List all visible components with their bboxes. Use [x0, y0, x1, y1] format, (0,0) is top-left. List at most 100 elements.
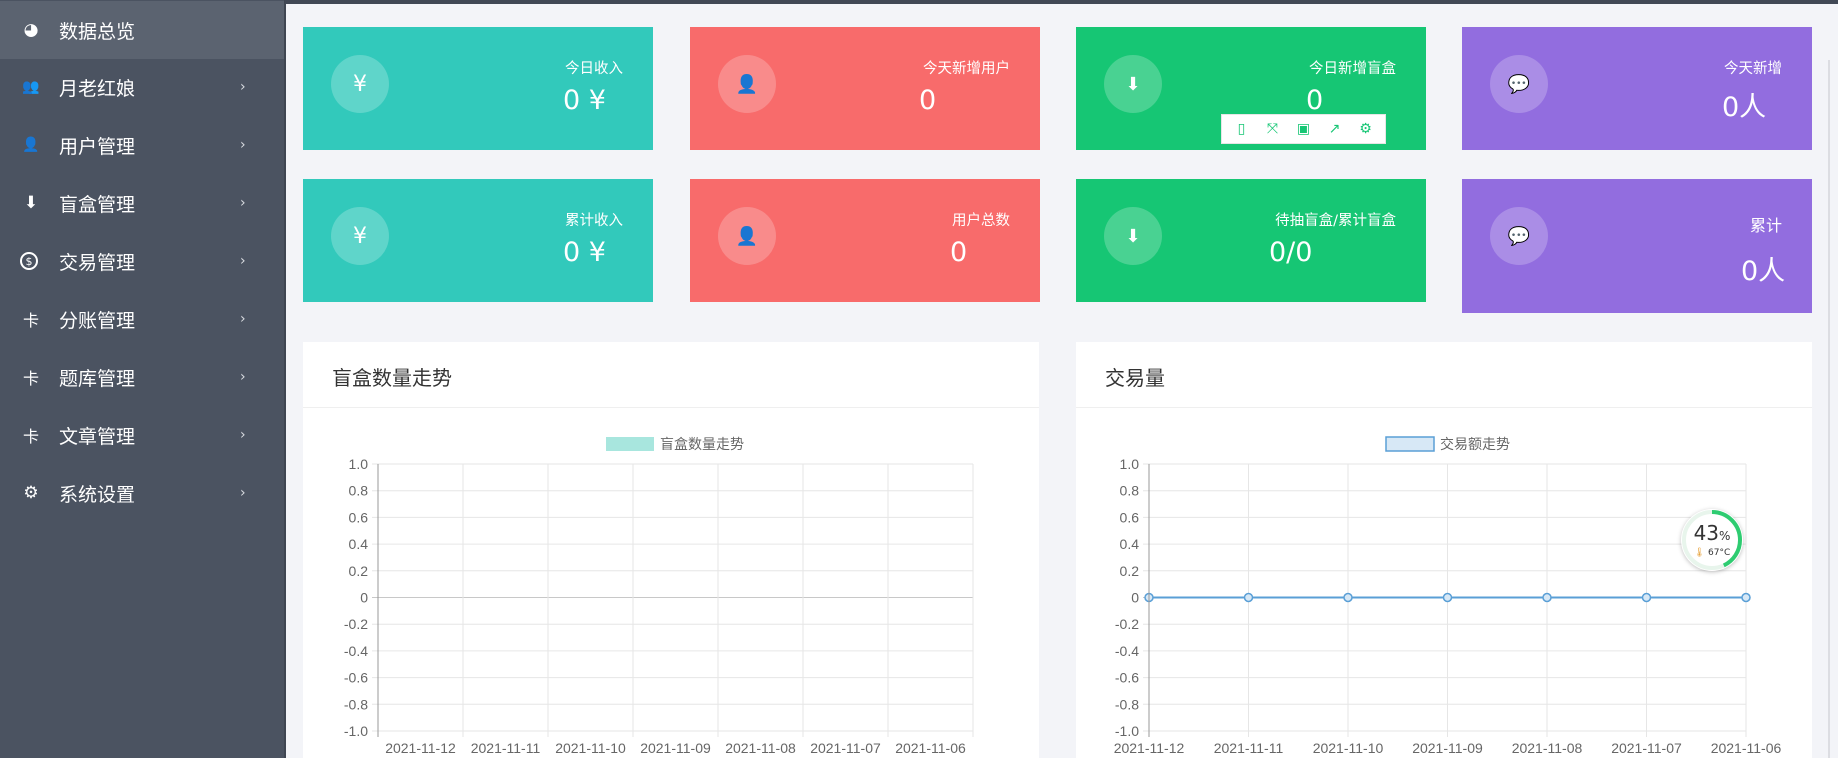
- card-value: 0: [919, 85, 937, 116]
- card-label: 今日收入: [565, 61, 623, 77]
- coin-icon: $: [20, 252, 38, 270]
- comment-icon: 💬: [1490, 55, 1548, 113]
- card-label: 待抽盲盒/累计盲盒: [1275, 213, 1396, 229]
- card-label: 累计收入: [565, 213, 623, 229]
- legend-label: 盲盒数量走势: [660, 436, 744, 452]
- comment-icon: 💬: [1490, 207, 1548, 265]
- card-label: 今天新增: [1724, 61, 1782, 77]
- card-value: 0人: [1741, 256, 1786, 287]
- y-tick-label: 0.8: [1120, 483, 1140, 499]
- data-point: [1741, 592, 1751, 603]
- data-point: [1442, 592, 1453, 603]
- card-value: 0人: [1722, 92, 1767, 123]
- split-icon: 卡: [22, 311, 39, 330]
- y-tick-label: 1.0: [1120, 456, 1140, 472]
- chevron-right-icon: ›: [240, 253, 246, 269]
- y-tick-label: -0.8: [344, 696, 368, 712]
- x-tick-label: 2021-11-07: [810, 740, 881, 756]
- thermometer-icon: 🌡: [1693, 548, 1706, 558]
- x-tick-label: 2021-11-12: [385, 740, 456, 756]
- sidebar-item-matchmaker[interactable]: 👥 月老红娘 ›: [0, 58, 285, 116]
- x-tick-label: 2021-11-06: [895, 740, 966, 756]
- user-icon: 👤: [22, 137, 40, 153]
- y-tick-label: -1.0: [1115, 723, 1139, 739]
- sidebar-item-articles[interactable]: 卡 文章管理 ›: [0, 406, 285, 464]
- usage-percent: 43%: [1693, 521, 1731, 545]
- temperature-reading: 🌡 67°C: [1693, 548, 1731, 558]
- sidebar-item-label: 文章管理: [59, 425, 136, 448]
- y-tick-label: 0: [360, 590, 368, 606]
- card-label: 今日新增盲盒: [1309, 61, 1396, 77]
- legend-swatch: [1385, 436, 1435, 452]
- x-tick-label: 2021-11-12: [1114, 740, 1185, 756]
- download-icon: ⬇: [1104, 207, 1162, 265]
- x-tick-label: 2021-11-08: [1512, 740, 1583, 756]
- x-tick-label: 2021-11-06: [1711, 740, 1782, 756]
- sidebar-item-transactions[interactable]: $ 交易管理 ›: [0, 232, 285, 290]
- yen-icon: ¥: [331, 55, 389, 113]
- sidebar-item-settings[interactable]: ⚙ 系统设置 ›: [0, 464, 285, 522]
- chevron-right-icon: ›: [240, 79, 246, 95]
- card-label: 累计: [1749, 216, 1782, 235]
- sidebar: ◕ 数据总览 👥 月老红娘 › 👤 用户管理 › ⬇ 盲盒管理 › $ 交易管理…: [0, 0, 285, 758]
- card-value: 0 ¥: [563, 237, 606, 268]
- split-icon: 卡: [22, 369, 39, 388]
- y-tick-label: 0.2: [1120, 563, 1140, 579]
- y-tick-label: 0.4: [1120, 536, 1140, 552]
- x-tick-label: 2021-11-10: [1313, 740, 1384, 756]
- restore-icon[interactable]: ⤧: [1262, 118, 1284, 140]
- sidebar-item-label: 题库管理: [59, 367, 136, 390]
- sidebar-item-overview[interactable]: ◕ 数据总览: [0, 1, 285, 59]
- legend-swatch: [606, 437, 654, 451]
- sidebar-item-label: 盲盒管理: [59, 193, 136, 216]
- data-point: [1542, 592, 1552, 603]
- chevron-right-icon: ›: [240, 485, 246, 501]
- sidebar-item-label: 数据总览: [59, 20, 136, 43]
- sidebar-item-label: 交易管理: [59, 251, 136, 274]
- y-tick-label: -0.2: [344, 616, 368, 632]
- y-tick-label: -0.6: [1115, 670, 1139, 686]
- share-icon[interactable]: ↗: [1324, 118, 1346, 140]
- x-tick-label: 2021-11-09: [640, 740, 711, 756]
- chevron-right-icon: ›: [240, 369, 246, 385]
- card-label: 今天新增用户: [923, 61, 1010, 77]
- sidebar-item-questions[interactable]: 卡 题库管理 ›: [0, 348, 285, 406]
- y-tick-label: 1.0: [349, 456, 369, 472]
- data-view-icon[interactable]: ▯: [1231, 118, 1253, 140]
- sidebar-item-blindbox[interactable]: ⬇ 盲盒管理 ›: [0, 174, 285, 232]
- chevron-right-icon: ›: [240, 195, 246, 211]
- stat-card-total-income: ¥ 累计收入 0 ¥: [303, 179, 653, 302]
- user-icon: 👤: [718, 207, 776, 265]
- card-value: 0/0: [1269, 237, 1313, 268]
- sidebar-item-users[interactable]: 👤 用户管理 ›: [0, 116, 285, 174]
- y-tick-label: -0.6: [344, 670, 368, 686]
- data-point: [1641, 592, 1652, 603]
- people-icon: 👥: [22, 79, 40, 95]
- scrollbar-track[interactable]: [1828, 60, 1830, 758]
- x-tick-label: 2021-11-08: [725, 740, 796, 756]
- blindbox-chart: 盲盒数量走势 1.0 0.8 0.6 0.4 0.2 0 -0.2 -0.4 -0.6 -0.8 -1…: [344, 436, 974, 756]
- settings-icon[interactable]: ⚙: [1355, 118, 1377, 140]
- y-tick-label: -0.8: [1115, 696, 1139, 712]
- temperature-widget[interactable]: 43% 🌡 67°C: [1681, 509, 1743, 571]
- y-tick-label: -0.2: [1115, 616, 1139, 632]
- sidebar-item-label: 分账管理: [59, 309, 136, 332]
- stat-card-today-income: ¥ 今日收入 0 ¥: [303, 27, 653, 150]
- gear-icon: ⚙: [23, 483, 39, 503]
- card-value: 0: [950, 237, 968, 268]
- data-point: [1343, 592, 1353, 603]
- stat-card-today-new-users: 👤 今天新增用户 0: [690, 27, 1040, 150]
- split-icon: 卡: [22, 427, 39, 446]
- y-tick-label: 0.6: [1120, 509, 1140, 525]
- save-icon[interactable]: ▣: [1293, 118, 1315, 140]
- stat-card-total-users: 👤 用户总数 0: [690, 179, 1040, 302]
- x-tick-label: 2021-11-09: [1412, 740, 1483, 756]
- x-tick-label: 2021-11-11: [471, 740, 541, 756]
- box-download-icon: ⬇: [23, 193, 39, 213]
- card-label: 用户总数: [952, 213, 1010, 229]
- sidebar-item-split[interactable]: 卡 分账管理 ›: [0, 290, 285, 348]
- y-tick-label: -1.0: [344, 723, 368, 739]
- y-tick-label: 0.6: [349, 509, 369, 525]
- y-tick-label: 0.8: [349, 483, 369, 499]
- sidebar-item-label: 月老红娘: [59, 77, 136, 100]
